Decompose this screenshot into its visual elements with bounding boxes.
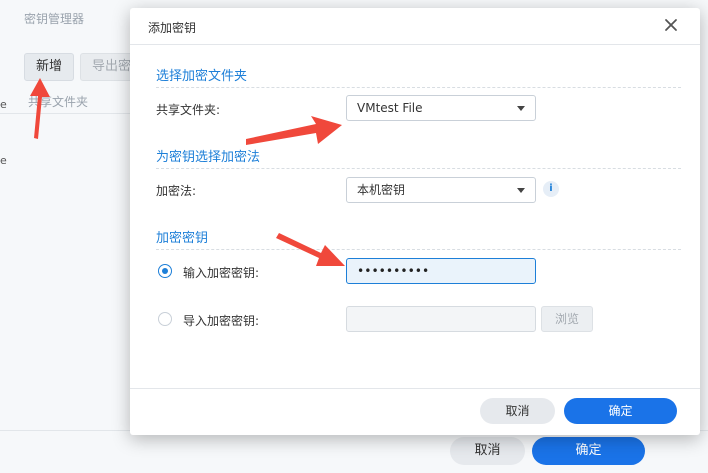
close-icon[interactable]: [662, 16, 680, 34]
window-title: 密钥管理器: [24, 12, 85, 26]
dialog-footer-divider: [130, 388, 700, 389]
column-header-shared-folder[interactable]: 共享文件夹: [0, 90, 130, 114]
add-key-dialog: 添加密钥 选择加密文件夹 共享文件夹: VMtest File 为密钥选择加密法…: [130, 8, 700, 435]
section-divider: [156, 87, 681, 88]
shared-folder-label: 共享文件夹:: [156, 103, 221, 117]
ok-button[interactable]: 确定: [564, 398, 677, 424]
section-title-key: 加密密钥: [156, 231, 209, 246]
row-fragment: e: [0, 154, 7, 167]
shared-folder-select[interactable]: VMtest File: [346, 95, 536, 121]
section-title-folder: 选择加密文件夹: [156, 69, 248, 84]
encryption-key-input[interactable]: ••••••••••: [346, 258, 536, 284]
cancel-button[interactable]: 取消: [480, 398, 555, 424]
chevron-down-icon: [517, 188, 525, 193]
input-key-label: 输入加密密钥:: [183, 266, 260, 280]
section-divider: [156, 249, 681, 250]
shared-folder-value: VMtest File: [357, 101, 423, 115]
row-fragment: e: [0, 98, 7, 111]
encryption-method-select[interactable]: 本机密钥: [346, 177, 536, 203]
encryption-method-value: 本机密钥: [357, 183, 406, 197]
bg-cancel-button[interactable]: 取消: [450, 437, 525, 465]
new-button[interactable]: 新增: [24, 53, 75, 81]
dialog-header: 添加密钥: [130, 8, 700, 45]
chevron-down-icon: [517, 106, 525, 111]
dialog-title: 添加密钥: [148, 21, 197, 35]
section-divider: [156, 168, 681, 169]
section-title-method: 为密钥选择加密法: [156, 150, 261, 165]
import-key-file-field: [346, 306, 536, 332]
input-key-radio[interactable]: [158, 264, 172, 278]
bg-ok-button[interactable]: 确定: [532, 437, 645, 465]
browse-button: 浏览: [541, 306, 593, 332]
encryption-method-label: 加密法:: [156, 184, 197, 198]
info-icon[interactable]: i: [543, 181, 559, 197]
import-key-label: 导入加密密钥:: [183, 314, 260, 328]
import-key-radio[interactable]: [158, 312, 172, 326]
